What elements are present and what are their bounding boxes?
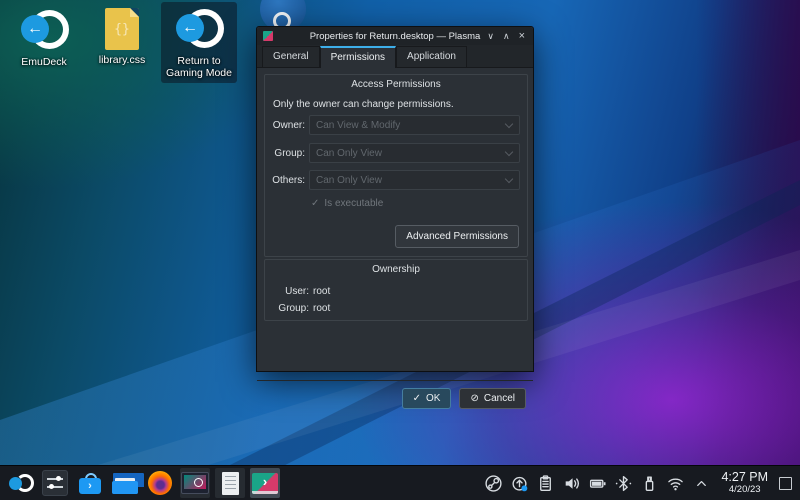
clock-widget[interactable]: 4:27 PM 4/20/23: [721, 471, 768, 495]
firefox-icon: [148, 471, 172, 495]
bluetooth-tray-icon[interactable]: [614, 474, 633, 493]
checkmark-icon: ✓: [311, 198, 319, 209]
expand-tray-chevron-icon[interactable]: [692, 474, 711, 493]
maximize-icon[interactable]: ∧: [503, 27, 510, 45]
ok-button[interactable]: ✓ OK: [402, 388, 452, 409]
ownership-group: Ownership User: root Group: root: [264, 259, 528, 321]
group-title: Access Permissions: [265, 75, 527, 90]
desktop-icon-label: Return to Gaming Mode: [166, 55, 232, 79]
taskbar: › ›: [0, 465, 800, 500]
chevron-down-icon: [505, 148, 513, 156]
tab-general[interactable]: General: [262, 46, 320, 67]
task-properties-dialog-active[interactable]: ›: [250, 468, 280, 498]
is-executable-checkbox[interactable]: ✓ Is executable: [311, 198, 383, 209]
close-icon[interactable]: ×: [519, 27, 525, 45]
owner-permission-row: Owner: Can View & Modify: [269, 115, 520, 135]
desktop-icon-library-css[interactable]: {} library.css: [84, 8, 160, 66]
minimize-icon[interactable]: ∨: [487, 27, 494, 45]
others-label: Others:: [269, 175, 305, 186]
volume-tray-icon[interactable]: [562, 474, 581, 493]
desktop: ← EmuDeck {} library.css ← Return to Gam…: [0, 0, 800, 500]
task-document-window[interactable]: [215, 468, 245, 498]
group-permission-row: Group: Can Only View: [269, 143, 520, 163]
screenshot-tool-icon: [181, 472, 209, 494]
desktop-icon-return-to-gaming-mode[interactable]: ← Return to Gaming Mode: [161, 2, 237, 83]
css-file-icon: {}: [105, 8, 139, 50]
dialog-tabbar: General Permissions Application: [257, 45, 533, 68]
discover-store-button[interactable]: ›: [75, 468, 105, 498]
user-row: User: root: [269, 286, 330, 297]
application-launcher-button[interactable]: [5, 468, 35, 498]
others-permission-row: Others: Can Only View: [269, 170, 520, 190]
permissions-note: Only the owner can change permissions.: [273, 99, 454, 110]
show-desktop-button[interactable]: [779, 477, 792, 490]
task-screenshot-tool[interactable]: [180, 468, 210, 498]
firefox-button[interactable]: [145, 468, 175, 498]
desktop-icon-label: EmuDeck: [21, 56, 67, 68]
steamdeck-launcher-icon: [8, 471, 32, 495]
removable-device-tray-icon[interactable]: [640, 474, 659, 493]
permissions-pane: Access Permissions Only the owner can ch…: [257, 68, 533, 371]
clock-date: 4/20/23: [729, 485, 761, 495]
steam-tray-icon[interactable]: [484, 474, 503, 493]
left-arrow-icon: ←: [182, 20, 198, 36]
user-label: User:: [269, 286, 309, 297]
clock-time: 4:27 PM: [721, 471, 768, 485]
chevron-down-icon: [505, 175, 513, 183]
checkmark-icon: ✓: [413, 393, 421, 404]
chevron-right-icon: ›: [79, 478, 101, 494]
cancel-button[interactable]: ⊘ Cancel: [459, 388, 526, 409]
owner-group-value: root: [313, 303, 330, 314]
quick-settings-button[interactable]: [40, 468, 70, 498]
group-label: Group:: [269, 148, 305, 159]
tab-permissions[interactable]: Permissions: [320, 46, 396, 68]
updates-tray-icon[interactable]: [510, 474, 529, 493]
left-arrow-icon: ←: [27, 21, 43, 37]
emudeck-icon: ←: [21, 6, 67, 52]
group-row: Group: root: [269, 303, 330, 314]
document-icon: [222, 472, 239, 495]
wifi-tray-icon[interactable]: [666, 474, 685, 493]
sliders-icon: [42, 470, 68, 496]
dialog-titlebar: Properties for Return.desktop — Plasma ∨…: [257, 27, 533, 45]
group-permission-dropdown[interactable]: Can Only View: [309, 143, 520, 163]
owner-group-label: Group:: [269, 303, 309, 314]
advanced-permissions-button[interactable]: Advanced Permissions: [395, 225, 519, 248]
folder-icon: [112, 472, 138, 494]
tab-application[interactable]: Application: [396, 46, 467, 67]
is-executable-label: Is executable: [324, 198, 383, 209]
user-value: root: [313, 286, 330, 297]
file-manager-button[interactable]: [110, 468, 140, 498]
others-permission-dropdown[interactable]: Can Only View: [309, 170, 520, 190]
desktop-settings-icon: ›: [252, 473, 278, 494]
owner-label: Owner:: [269, 120, 305, 131]
desktop-icon-label: library.css: [99, 54, 145, 66]
shopping-bag-icon: ›: [79, 472, 101, 494]
group-title: Ownership: [265, 260, 527, 275]
dialog-footer-separator: [257, 380, 533, 381]
cancel-circle-icon: ⊘: [470, 393, 478, 404]
battery-tray-icon[interactable]: [588, 474, 607, 493]
desktop-icon-emudeck[interactable]: ← EmuDeck: [6, 6, 82, 68]
return-to-gaming-mode-icon: ←: [176, 5, 222, 51]
owner-permission-dropdown[interactable]: Can View & Modify: [309, 115, 520, 135]
access-permissions-group: Access Permissions Only the owner can ch…: [264, 74, 528, 257]
braces-glyph: {}: [105, 8, 139, 50]
clipboard-tray-icon[interactable]: [536, 474, 555, 493]
properties-dialog: Properties for Return.desktop — Plasma ∨…: [256, 26, 534, 372]
chevron-down-icon: [505, 120, 513, 128]
